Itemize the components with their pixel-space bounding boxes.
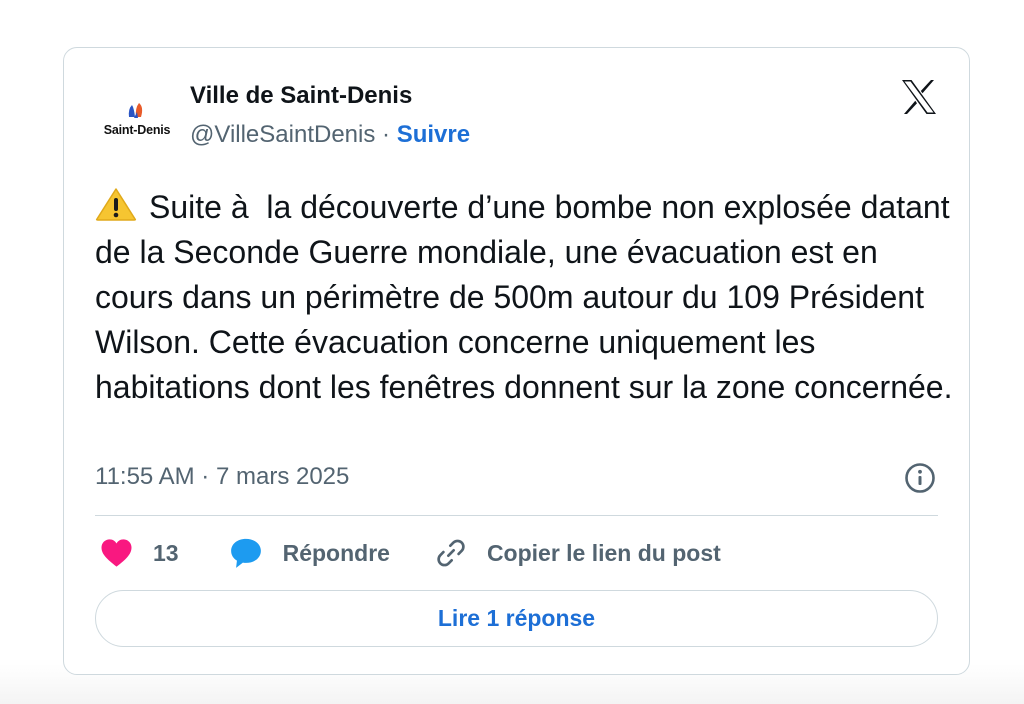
warning-emoji-icon [95,188,137,221]
heart-icon [101,539,132,567]
follow-button[interactable]: Suivre [397,121,470,148]
speech-bubble-icon [230,538,261,568]
post-date: 7 mars 2025 [215,463,350,490]
reply-button[interactable]: Répondre [229,536,390,570]
timestamp-separator: · [201,463,210,490]
copy-link-label: Copier le lien du post [486,539,721,566]
info-icon[interactable] [904,462,936,494]
avatar[interactable]: Saint-Denis [94,88,180,148]
reply-label: Répondre [282,539,390,566]
author-name[interactable]: Ville de Saint-Denis [190,82,412,110]
author-handle-line: @VilleSaintDenis · Suivre [190,121,470,149]
read-replies-label: Lire 1 réponse [437,605,596,631]
saint-denis-logo-icon [128,103,143,118]
embedded-post-card: Saint-Denis Ville de Saint-Denis @VilleS… [63,47,970,675]
handle-separator: · [382,121,391,148]
post-text: Suite à la découverte d’une bombe non ex… [95,185,955,410]
read-replies-button[interactable]: Lire 1 réponse [95,590,938,647]
post-actions: 13 Répondre Copier le lien du post [100,535,721,571]
link-icon [437,539,465,567]
x-logo-icon[interactable] [899,78,939,116]
post-timestamp[interactable]: 11:55 AM · 7 mars 2025 [95,463,349,491]
post-time: 11:55 AM [95,463,195,490]
divider [95,515,938,516]
like-button[interactable]: 13 [100,538,179,568]
avatar-logo-text: Saint-Denis [103,123,171,137]
copy-link-button[interactable]: Copier le lien du post [435,537,721,569]
post-text-content: Suite à la découverte d’une bombe non ex… [95,189,959,405]
author-handle[interactable]: @VilleSaintDenis [190,121,375,148]
like-count: 13 [153,539,179,566]
